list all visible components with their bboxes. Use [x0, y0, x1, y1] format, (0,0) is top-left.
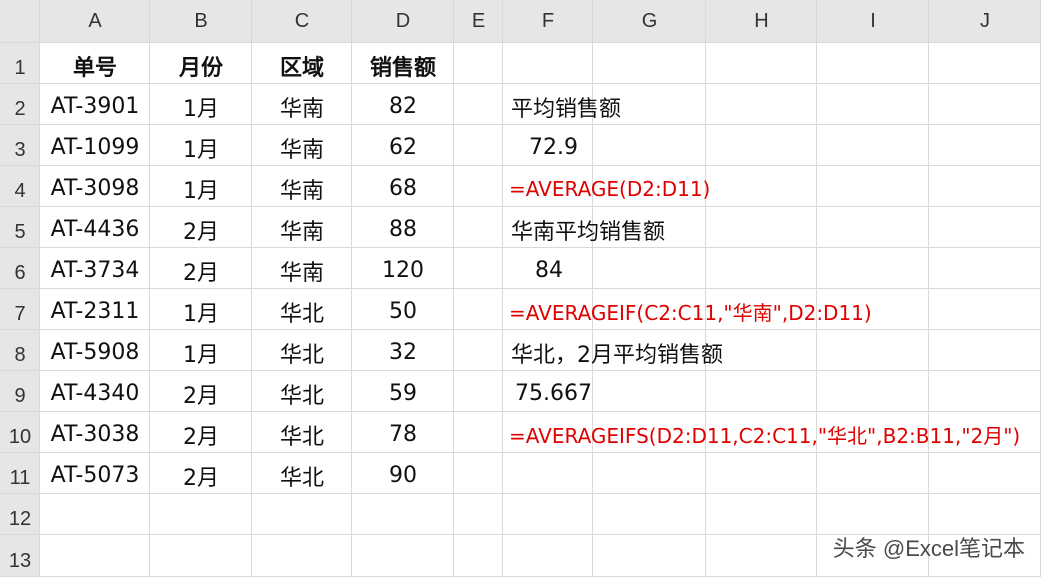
row-header-13[interactable]: 13: [0, 535, 40, 577]
table-cell[interactable]: AT-3734: [40, 248, 150, 289]
row-header-5[interactable]: 5: [0, 207, 40, 248]
table-cell[interactable]: 1月: [150, 125, 252, 166]
table-cell[interactable]: 1月: [150, 289, 252, 330]
table-cell[interactable]: AT-5073: [40, 453, 150, 494]
table-cell[interactable]: 32: [352, 330, 454, 371]
row-header-4[interactable]: 4: [0, 166, 40, 207]
column-header-j[interactable]: J: [929, 0, 1041, 43]
table-cell[interactable]: 华北: [252, 453, 352, 494]
row-header-3[interactable]: 3: [0, 125, 40, 166]
table-cell[interactable]: AT-2311: [40, 289, 150, 330]
table-cell[interactable]: AT-3098: [40, 166, 150, 207]
column-header-f[interactable]: F: [503, 0, 593, 43]
table-header-cell[interactable]: 区域: [252, 43, 352, 84]
table-cell[interactable]: 2月: [150, 453, 252, 494]
row-header-2[interactable]: 2: [0, 84, 40, 125]
table-cell[interactable]: 1月: [150, 166, 252, 207]
column-header-b[interactable]: B: [150, 0, 252, 43]
row-header-9[interactable]: 9: [0, 371, 40, 412]
note-label[interactable]: 华南平均销售额: [511, 207, 665, 248]
table-cell[interactable]: 1月: [150, 330, 252, 371]
column-header-i[interactable]: I: [817, 0, 929, 43]
row-header-1[interactable]: 1: [0, 43, 40, 84]
table-header-cell[interactable]: 月份: [150, 43, 252, 84]
table-cell[interactable]: 78: [352, 412, 454, 453]
table-cell[interactable]: 华北: [252, 371, 352, 412]
table-cell[interactable]: AT-4436: [40, 207, 150, 248]
column-header-e[interactable]: E: [454, 0, 503, 43]
note-value[interactable]: 84: [535, 248, 563, 289]
table-cell[interactable]: 120: [352, 248, 454, 289]
table-cell[interactable]: 华南: [252, 207, 352, 248]
note-label[interactable]: 平均销售额: [511, 84, 621, 125]
row-header-7[interactable]: 7: [0, 289, 40, 330]
table-cell[interactable]: 华南: [252, 248, 352, 289]
table-cell[interactable]: 华北: [252, 289, 352, 330]
column-header-c[interactable]: C: [252, 0, 352, 43]
table-cell[interactable]: 2月: [150, 371, 252, 412]
note-formula[interactable]: =AVERAGEIF(C2:C11,"华南",D2:D11): [509, 289, 872, 330]
table-cell[interactable]: 88: [352, 207, 454, 248]
note-label[interactable]: 华北，2月平均销售额: [511, 330, 723, 371]
table-cell[interactable]: AT-1099: [40, 125, 150, 166]
table-cell[interactable]: 50: [352, 289, 454, 330]
table-cell[interactable]: 华南: [252, 84, 352, 125]
table-cell[interactable]: AT-4340: [40, 371, 150, 412]
column-header-g[interactable]: G: [593, 0, 706, 43]
column-header-h[interactable]: H: [706, 0, 817, 43]
row-header-11[interactable]: 11: [0, 453, 40, 494]
table-cell[interactable]: 华北: [252, 412, 352, 453]
table-cell[interactable]: 2月: [150, 248, 252, 289]
note-value[interactable]: 75.667: [515, 371, 592, 412]
table-cell[interactable]: 82: [352, 84, 454, 125]
note-formula[interactable]: =AVERAGE(D2:D11): [509, 166, 710, 207]
table-cell[interactable]: 2月: [150, 412, 252, 453]
row-header-12[interactable]: 12: [0, 494, 40, 535]
table-cell[interactable]: AT-3038: [40, 412, 150, 453]
table-header-cell[interactable]: 销售额: [352, 43, 454, 84]
table-cell[interactable]: 华南: [252, 166, 352, 207]
note-value[interactable]: 72.9: [529, 125, 578, 166]
table-cell[interactable]: 华南: [252, 125, 352, 166]
table-header-cell[interactable]: 单号: [40, 43, 150, 84]
table-cell[interactable]: 59: [352, 371, 454, 412]
table-cell[interactable]: 华北: [252, 330, 352, 371]
table-cell[interactable]: 1月: [150, 84, 252, 125]
row-header-6[interactable]: 6: [0, 248, 40, 289]
table-cell[interactable]: 90: [352, 453, 454, 494]
spreadsheet: A B C D E F G H I J 1 2 3 4 5 6 7 8 9 10 11 12 13 单号 月份 区域 销售额 AT-3…: [0, 0, 1041, 577]
table-cell[interactable]: 62: [352, 125, 454, 166]
column-header-d[interactable]: D: [352, 0, 454, 43]
column-header-a[interactable]: A: [40, 0, 150, 43]
row-header-10[interactable]: 10: [0, 412, 40, 453]
note-formula[interactable]: =AVERAGEIFS(D2:D11,C2:C11,"华北",B2:B11,"2…: [509, 412, 1020, 453]
table-cell[interactable]: 2月: [150, 207, 252, 248]
table-cell[interactable]: AT-5908: [40, 330, 150, 371]
table-cell[interactable]: AT-3901: [40, 84, 150, 125]
row-header-8[interactable]: 8: [0, 330, 40, 371]
watermark: 头条 @Excel笔记本: [832, 536, 1025, 561]
table-cell[interactable]: 68: [352, 166, 454, 207]
